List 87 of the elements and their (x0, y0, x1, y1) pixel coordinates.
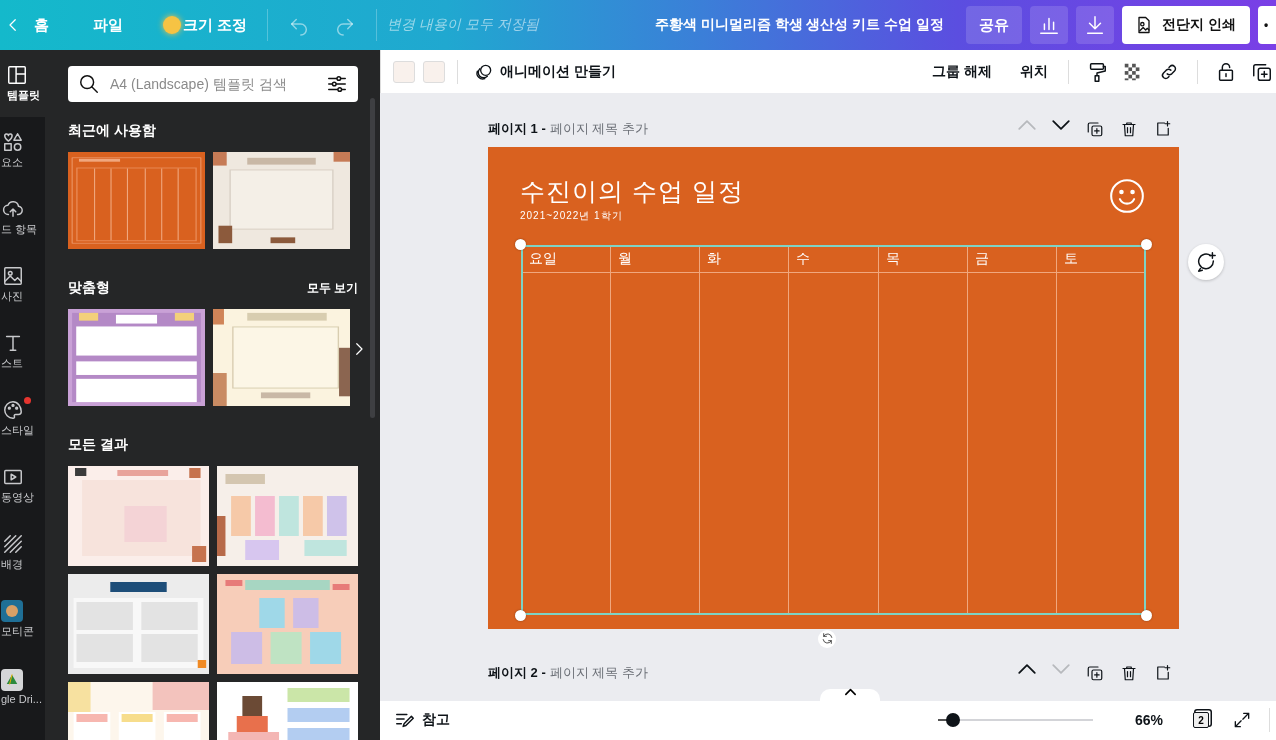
layout-icon (6, 64, 28, 86)
sidebar-label: 사진 (1, 289, 23, 304)
emoji-app-icon (1, 600, 23, 622)
more-button[interactable]: • (1258, 6, 1276, 44)
scrollbar[interactable] (370, 98, 375, 418)
notes-panel-tab[interactable] (820, 688, 880, 701)
image-icon (2, 265, 24, 287)
trash-icon (1120, 663, 1138, 682)
sidebar-label: gle Dri... (1, 692, 42, 705)
smiley-icon (1108, 177, 1146, 216)
save-status: 변경 내용이 모두 저장됨 (387, 16, 539, 34)
search-icon (78, 73, 100, 95)
palette-icon (2, 399, 24, 421)
resize-handle[interactable] (515, 610, 526, 622)
duplicate-icon (1086, 120, 1104, 139)
column-header: 월 (610, 245, 700, 273)
chevron-up-icon (1018, 663, 1036, 674)
sidebar-tab[interactable]: 요소 (0, 117, 45, 184)
rotate-icon (820, 632, 834, 646)
resize-handle[interactable] (1141, 610, 1152, 622)
insights-button[interactable] (1030, 6, 1069, 44)
zoom-thumb[interactable] (946, 713, 961, 728)
chevron-up-icon (1018, 120, 1036, 131)
stripes-icon (2, 533, 24, 555)
sidebar-tab[interactable]: 템플릿 (0, 50, 45, 117)
search-field[interactable]: A4 (Landscape) 템플릿 검색 (68, 66, 358, 102)
toolbar-button[interactable]: 위치 (1014, 58, 1054, 85)
sidebar-label: 스트 (1, 356, 23, 371)
zoom-slider[interactable] (937, 713, 1093, 728)
resize-handle[interactable] (515, 239, 526, 251)
color-swatch[interactable] (423, 60, 445, 83)
sidebar-tab[interactable]: 스타일 (0, 385, 45, 452)
add-page-icon (1154, 120, 1172, 139)
share-button[interactable]: 공유 (966, 6, 1023, 44)
page-label: 페이지 1 - (488, 120, 546, 139)
design-title: 수진이의 수업 일정 (520, 176, 744, 208)
document-title[interactable]: 주황색 미니멀리즘 학생 생산성 키트 수업 일정 (654, 16, 945, 34)
sidebar-tab[interactable]: 모티콘 (0, 586, 45, 653)
sidebar-tab[interactable]: 스트 (0, 318, 45, 385)
sidebar-tab[interactable]: gle Dri... (0, 653, 45, 720)
column-header: 금 (967, 245, 1057, 273)
print-button[interactable]: 전단지 인쇄 (1122, 6, 1250, 44)
sidebar-label: 요소 (1, 155, 23, 170)
sidebar-label: 템플릿 (7, 88, 40, 103)
chevron-down-icon (1052, 663, 1070, 674)
add-comment-icon (1195, 251, 1217, 273)
download-button[interactable] (1076, 6, 1115, 44)
section-title: 맞춤형 (68, 279, 110, 297)
sidebar-tab[interactable]: 드 항목 (0, 184, 45, 251)
page-title-field[interactable]: 페이지 제목 추가 (549, 663, 649, 682)
chevron-up-icon (844, 688, 856, 695)
trash-icon (1120, 120, 1138, 139)
sidebar-label: 스타일 (1, 423, 34, 438)
add-comment-button[interactable] (1188, 244, 1224, 280)
page-count-button[interactable]: 2 (1193, 712, 1209, 729)
see-all-link[interactable]: 모두 보기 (306, 279, 358, 297)
section-title: 최근에 사용함 (68, 122, 156, 140)
page-label: 페이지 2 - (488, 663, 546, 682)
column-header: 화 (699, 245, 789, 273)
sidebar-tab[interactable]: 배경 (0, 519, 45, 586)
sidebar-label: 모티콘 (1, 624, 34, 639)
zoom-percentage[interactable]: 66% (1134, 712, 1163, 729)
animate-button[interactable]: 애니메이션 만들기 (468, 57, 622, 86)
add-page-icon (1154, 663, 1172, 682)
rotate-button[interactable] (818, 629, 836, 648)
column-header: 목 (878, 245, 968, 273)
design-page[interactable]: 수진이의 수업 일정 2021~2022년 1학기 요일 월 화 수 목 금 토 (488, 147, 1179, 630)
section-title: 모든 결과 (68, 436, 128, 454)
design-subtitle: 2021~2022년 1학기 (520, 209, 624, 224)
column-header: 수 (788, 245, 879, 273)
duplicate-icon (1086, 663, 1104, 682)
toolbar-button[interactable]: 그룹 해제 (926, 58, 998, 85)
page-title-field[interactable]: 페이지 제목 추가 (549, 120, 649, 139)
sliders-icon (326, 73, 348, 95)
resize-handle[interactable] (1141, 239, 1152, 251)
chevron-down-icon (1052, 120, 1070, 131)
notes-button[interactable]: 참고 (394, 705, 456, 736)
sidebar-label: 배경 (1, 557, 23, 572)
sidebar-tab[interactable]: 동영상 (0, 452, 45, 519)
sidebar-tab[interactable]: 사진 (0, 251, 45, 318)
cloud-upload-icon (2, 198, 24, 220)
crown-icon (163, 16, 181, 34)
color-swatch[interactable] (393, 60, 415, 83)
sidebar-label: 드 항목 (1, 222, 38, 237)
schedule-table[interactable]: 요일 월 화 수 목 금 토 (521, 245, 1146, 616)
sidebar-label: 동영상 (1, 490, 34, 505)
shapes-icon (2, 131, 24, 153)
